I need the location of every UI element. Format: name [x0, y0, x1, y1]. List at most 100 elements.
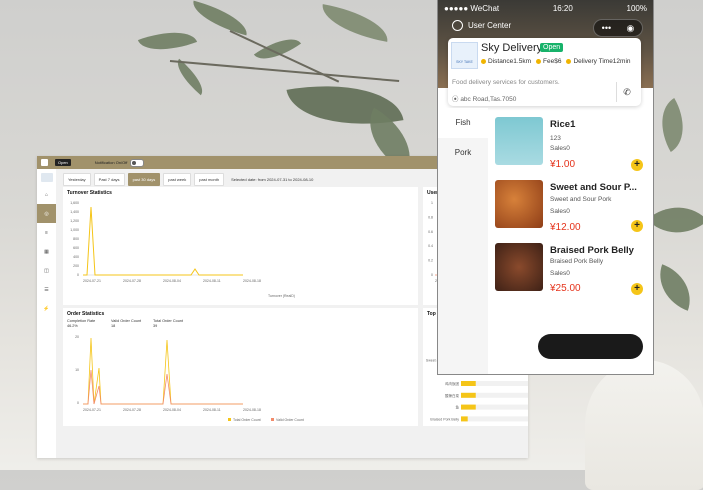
chart-icon[interactable]: ⚡ [37, 299, 56, 318]
order-ytick: 20 [75, 335, 79, 339]
dish-name: Rice1 [550, 119, 576, 130]
open-tag: Open [540, 43, 564, 52]
gear-icon[interactable]: ◎ [37, 204, 56, 223]
shop-name: Sky Delivery [481, 42, 543, 54]
mobile-app: ●●●●● WeChat 16:20 100% User Center ••• … [438, 0, 653, 374]
call-icon[interactable]: ✆ [616, 82, 637, 102]
clock: 16:20 [552, 4, 573, 13]
battery: 100% [626, 4, 647, 13]
more-icon[interactable]: ••• [602, 23, 611, 33]
coin-icon [481, 58, 486, 64]
turnover-xtick: 2024-07-28 [123, 279, 141, 283]
distance-text: Distance1.5km [488, 58, 531, 65]
status-badge[interactable]: Open [55, 159, 71, 166]
top10-bar [461, 392, 476, 398]
filter-past-week[interactable]: past week [163, 173, 192, 186]
home-icon[interactable]: ⌂ [37, 185, 56, 204]
delivery-text: Delivery Time12min [573, 58, 631, 65]
user-ytick: 0 [431, 273, 433, 277]
order-xtick: 2024-08-18 [243, 408, 261, 412]
turnover-xtick: 2024-07-21 [83, 279, 101, 283]
vase [585, 360, 703, 490]
order-xtick: 2024-08-04 [163, 408, 181, 412]
add-to-cart-button[interactable]: + [631, 283, 643, 295]
list-icon[interactable]: ≡ [37, 223, 56, 242]
add-to-cart-button[interactable]: + [631, 159, 643, 171]
logo-icon [41, 159, 48, 166]
dish-price: ¥1.00 [550, 159, 576, 170]
turnover-ytick: 1,000 [70, 228, 79, 232]
carrier: ●●●●● WeChat [444, 4, 500, 13]
dish-desc: 123 [550, 135, 561, 142]
grid-icon[interactable]: ▦ [37, 242, 56, 261]
user-ytick: 0.4 [428, 244, 433, 248]
dish-desc: Braised Pork Belly [550, 258, 604, 265]
user-ytick: 0.6 [428, 230, 433, 234]
dish-image [495, 180, 543, 228]
dish-item[interactable]: Sweet and Sour P... Sweet and Sour Pork … [495, 180, 649, 240]
turnover-ytick: 200 [73, 264, 79, 268]
address-text: abc Road,Tas.7050 [460, 96, 517, 103]
close-icon[interactable]: ◉ [626, 23, 634, 34]
coin-icon [536, 58, 541, 64]
notification-toggle[interactable] [130, 158, 145, 167]
dish-sales: Sales0 [550, 270, 570, 277]
doc-icon[interactable]: ☰ [37, 280, 56, 299]
fee-text: Fee$6 [543, 58, 562, 65]
legend-total-swatch [228, 418, 231, 421]
legend-valid-swatch [271, 418, 274, 421]
dish-name: Braised Pork Belly [550, 245, 634, 256]
filter-past-7-days[interactable]: Past 7 days [93, 173, 125, 186]
turnover-ytick: 1,400 [70, 210, 79, 214]
top10-label: 酸辣白菜 [445, 393, 459, 398]
dish-sales: Sales0 [550, 208, 570, 215]
fee-info: Fee$6 [536, 58, 561, 65]
user-ytick: 0.8 [428, 215, 433, 219]
dish-desc: Sweet and Sour Pork [550, 196, 612, 203]
turnover-xtick: 2024-08-11 [203, 279, 221, 283]
top10-label: 鱼 [456, 405, 460, 410]
turnover-ytick: 600 [73, 246, 79, 250]
cart-bar[interactable] [538, 334, 643, 359]
category-fish[interactable]: Fish [438, 108, 488, 138]
turnover-ytick: 800 [73, 237, 79, 241]
bag-icon[interactable]: ◫ [37, 261, 56, 280]
top10-label: Braised Pork Belly [430, 417, 459, 421]
order-xtick: 2024-07-21 [83, 408, 101, 412]
turnover-card: Turnover Statistics 1,600 1,400 1,200 1,000… [63, 187, 418, 305]
top10-bar [461, 404, 476, 410]
order-xtick: 2024-07-28 [123, 408, 141, 412]
mini-program-capsule: ••• ◉ [593, 19, 643, 37]
sidebar-logo [40, 173, 53, 182]
turnover-chart: 1,600 1,400 1,200 1,000 800 600 400 200 0 2024-0… [70, 201, 295, 298]
top10-label: 鸡肉饭团 [445, 381, 459, 386]
turnover-ytick: 0 [77, 273, 79, 277]
user-ytick: 1 [431, 201, 433, 205]
order-ytick: 0 [77, 401, 79, 405]
dish-price: ¥12.00 [550, 222, 581, 233]
dish-image [495, 117, 543, 165]
filter-past-month[interactable]: past month [194, 173, 225, 186]
bar-track [461, 416, 528, 422]
user-center-link[interactable]: User Center [452, 20, 511, 31]
order-card: Order Statistics Completion Rate 46.2% V… [63, 308, 418, 426]
order-ytick: 10 [75, 368, 79, 372]
filter-yesterday[interactable]: Yesterday [63, 173, 91, 186]
notification-label: Notification On/Off [94, 160, 128, 165]
selected-date-text: Selected date: from 2024-07-31 to 2024-0… [231, 177, 314, 182]
shop-address: ⦿ abc Road,Tas.7050 [452, 93, 516, 103]
shop-logo: SKY TAKE [451, 42, 478, 69]
sidebar: ⌂ ◎ ≡ ▦ ◫ ☰ ⚡ [37, 169, 56, 458]
distance-info: Distance1.5km [481, 58, 531, 65]
date-filter-bar: Yesterday Past 7 days past 30 days past … [63, 173, 313, 186]
top10-bar [461, 416, 468, 422]
category-pork[interactable]: Pork [438, 138, 488, 168]
filter-past-30-days[interactable]: past 30 days [127, 173, 161, 186]
dish-sales: Sales0 [550, 145, 570, 152]
dish-item[interactable]: Braised Pork Belly Braised Pork Belly Sa… [495, 243, 649, 303]
add-to-cart-button[interactable]: + [631, 220, 643, 232]
turnover-ytick: 1,600 [70, 201, 79, 205]
legend-total: Total Order Count [233, 418, 261, 422]
dish-price: ¥25.00 [550, 283, 581, 294]
dish-item[interactable]: Rice1 123 Sales0 ¥1.00 + [495, 117, 649, 177]
